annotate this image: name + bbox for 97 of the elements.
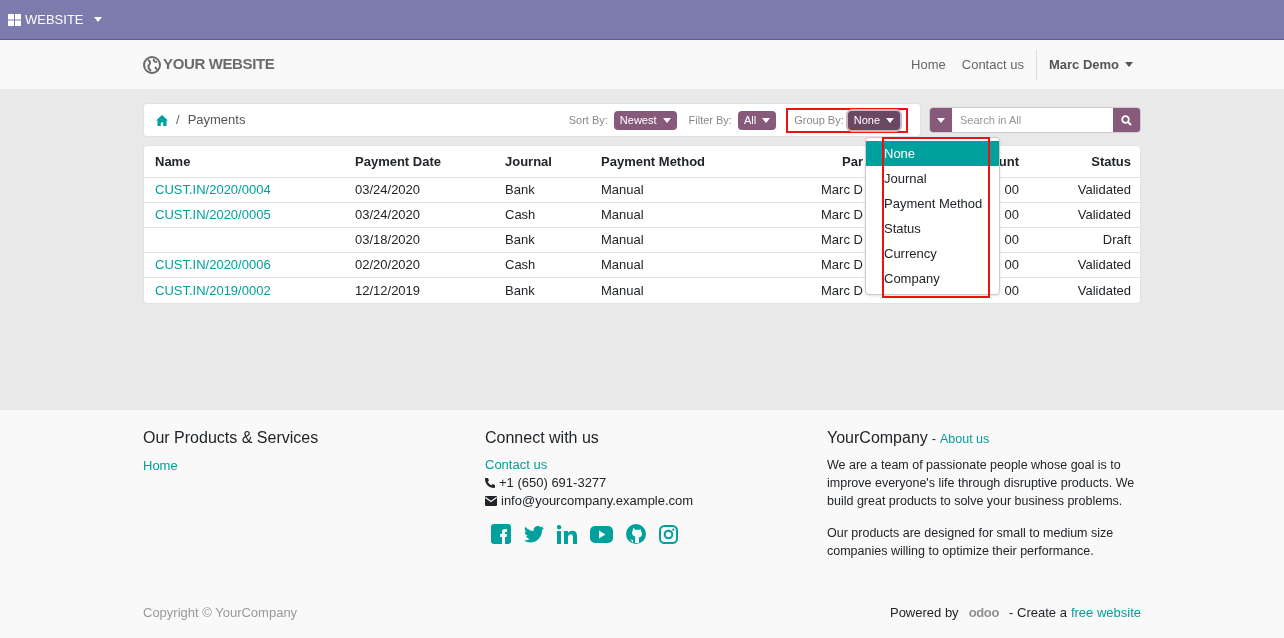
table-cell: 02/20/2020 <box>355 257 421 273</box>
menu-item[interactable]: Currency <box>866 241 999 266</box>
column-header: Payment Date <box>355 153 441 169</box>
brand-logo[interactable]: odoo <box>968 603 1000 623</box>
nav-link[interactable]: Contact us <box>953 54 1032 75</box>
menu-item[interactable]: Company <box>866 266 999 291</box>
payment-link[interactable]: CUST.IN/2020/0004 <box>155 182 271 198</box>
table-cell: Cash <box>505 257 536 273</box>
filter-dropdown[interactable]: All <box>737 110 777 130</box>
payment-link[interactable]: CUST.IN/2020/0006 <box>155 257 271 273</box>
table-cell: 00 <box>1004 282 1019 298</box>
email-address: info@yourcompany.example.com <box>501 492 694 510</box>
column-header: Status <box>1091 153 1131 169</box>
breadcrumb-current: Payments <box>187 111 246 130</box>
linkedin-icon[interactable] <box>557 524 577 544</box>
user-menu-button[interactable]: Marc Demo <box>1040 54 1141 75</box>
table-cell: Marc D <box>821 282 863 298</box>
menu-item[interactable]: Payment Method <box>866 191 999 216</box>
phone-number: +1 (650) 691-3277 <box>499 474 607 492</box>
breadcrumb-separator: / <box>176 111 180 130</box>
payment-link[interactable]: CUST.IN/2019/0002 <box>155 282 271 298</box>
column-header: Par <box>842 153 863 169</box>
powered-by-text: Powered by <box>889 604 959 622</box>
table-cell: Cash <box>505 207 536 223</box>
footer-heading: Our Products & Services <box>143 428 320 448</box>
search-icon <box>1121 114 1132 126</box>
menu-item[interactable]: Journal <box>866 166 999 191</box>
create-text: - Create a <box>1009 604 1067 622</box>
home-icon[interactable] <box>156 114 168 126</box>
search-field[interactable]: Search in All <box>952 108 1113 132</box>
table-cell: 03/18/2020 <box>355 232 421 248</box>
table-cell: Manual <box>601 257 644 273</box>
table-cell: Bank <box>505 182 535 198</box>
github-icon[interactable] <box>626 524 646 544</box>
table-cell: Marc D <box>821 182 863 198</box>
table-cell: Manual <box>601 282 644 298</box>
caret-icon <box>886 117 894 123</box>
globe-icon <box>143 55 161 74</box>
table-cell: Manual <box>601 182 644 198</box>
table-cell: Bank <box>505 282 535 298</box>
payment-link[interactable]: CUST.IN/2020/0005 <box>155 207 271 223</box>
caret-icon <box>93 17 102 22</box>
table-cell: Manual <box>601 207 644 223</box>
filter-label: Filter By: <box>688 112 732 128</box>
table-cell: Marc D <box>821 232 863 248</box>
footer-heading: YourCompany <box>827 428 928 448</box>
about-paragraph: Our products are designed for small to medium size companies willing to optimize their performance. <box>827 525 1115 560</box>
column-header: unt <box>998 153 1019 169</box>
column-header: Journal <box>505 153 552 169</box>
column-header: Name <box>155 153 191 169</box>
app-menu-button[interactable]: WEBSITE <box>8 9 102 30</box>
table-cell: Validated <box>1077 207 1131 223</box>
table-cell: 00 <box>1004 207 1019 223</box>
table-cell: Manual <box>601 232 644 248</box>
envelope-icon <box>485 496 497 506</box>
group-label: Group By: <box>794 112 844 128</box>
facebook-icon[interactable] <box>491 524 511 544</box>
table-cell: 12/12/2019 <box>355 282 421 298</box>
table-cell: 00 <box>1004 182 1019 198</box>
sort-dropdown[interactable]: Newest <box>613 110 677 130</box>
menu-item[interactable]: None <box>866 141 999 166</box>
table-cell: Validated <box>1077 282 1131 298</box>
table-cell: Draft <box>1102 232 1131 248</box>
table-cell: Marc D <box>821 257 863 273</box>
table-cell: 03/24/2020 <box>355 207 421 223</box>
table-cell: Bank <box>505 232 535 248</box>
search-options-button[interactable] <box>930 108 952 132</box>
about-paragraph: We are a team of passionate people whose goal is to improve everyone's life through disruptive products. We build great products to solve your business problems. <box>827 457 1136 510</box>
footer-link[interactable]: Contact us <box>485 456 827 474</box>
caret-icon <box>1125 62 1133 67</box>
table-cell: Validated <box>1077 182 1131 198</box>
table-cell: 00 <box>1004 257 1019 273</box>
table-cell: 03/24/2020 <box>355 182 421 198</box>
youtube-icon[interactable] <box>590 525 613 543</box>
free-website-link[interactable]: free website <box>1070 603 1141 623</box>
footer-link[interactable]: About us <box>940 430 990 449</box>
table-cell: 00 <box>1004 232 1019 248</box>
nav-link[interactable]: Home <box>903 54 954 75</box>
menu-item[interactable]: Status <box>866 216 999 241</box>
column-header: Payment Method <box>601 153 705 169</box>
group-dropdown[interactable]: None <box>847 110 900 130</box>
grid-icon <box>8 13 21 26</box>
table-cell: Validated <box>1077 257 1131 273</box>
caret-icon <box>762 117 771 123</box>
footer-heading: Connect with us <box>485 428 600 448</box>
caret-icon <box>662 117 671 123</box>
instagram-icon[interactable] <box>659 524 678 544</box>
sort-label: Sort By: <box>568 112 608 128</box>
caret-icon <box>937 117 945 123</box>
site-logo[interactable]: YOUR WEBSITE <box>143 53 275 76</box>
footer-link[interactable]: Home <box>143 456 485 476</box>
separator-dash: - <box>931 431 936 448</box>
phone-icon <box>485 478 495 488</box>
copyright-text: Copyright © YourCompany <box>143 604 298 622</box>
twitter-icon[interactable] <box>524 525 544 543</box>
table-cell: Marc D <box>821 207 863 223</box>
search-button[interactable] <box>1113 108 1140 132</box>
